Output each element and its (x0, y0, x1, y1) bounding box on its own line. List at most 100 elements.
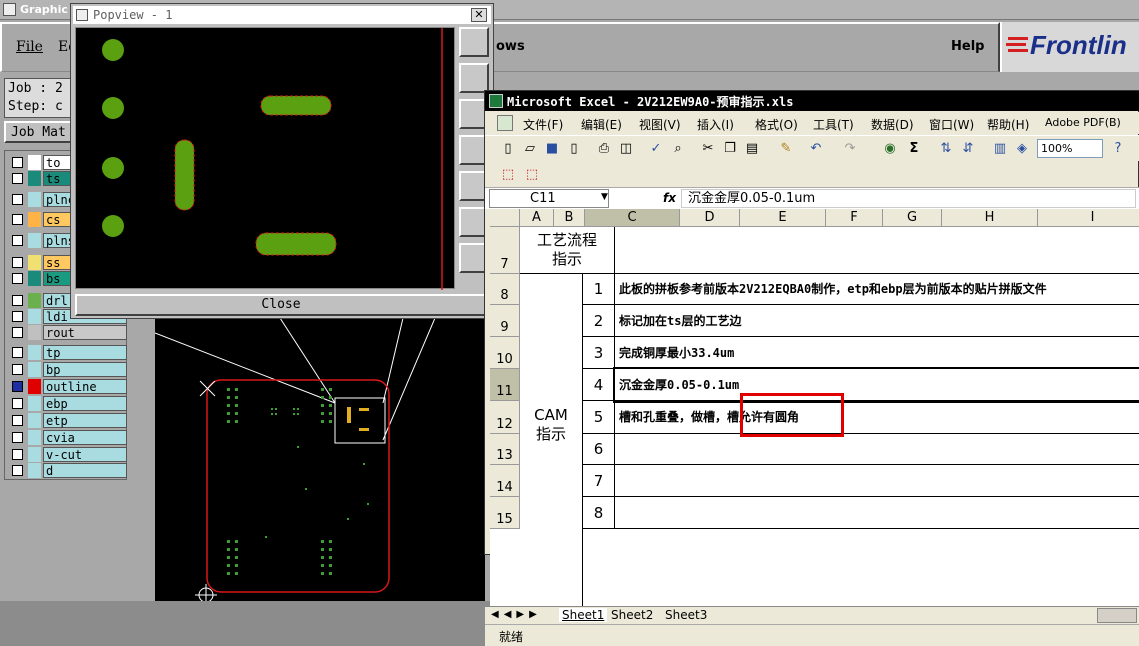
cut-icon[interactable]: ✂ (699, 140, 717, 158)
layer-checkbox[interactable] (12, 173, 23, 184)
cell-instruction[interactable]: 此板的拼板参考前版本2V212EQBA0制作，etp和ebp层为前版本的贴片拼版… (615, 274, 1139, 305)
layer-name[interactable]: v-cut (43, 447, 127, 462)
layer-row[interactable]: ebp (7, 396, 127, 411)
layer-color-swatch[interactable] (28, 233, 41, 248)
tab-sheet3[interactable]: Sheet3 (665, 608, 707, 622)
layer-row[interactable]: d (7, 463, 127, 478)
tab-sheet2[interactable]: Sheet2 (611, 608, 653, 622)
pdf-email-icon[interactable]: ⬚ (523, 166, 541, 184)
layer-checkbox[interactable] (12, 381, 23, 392)
cell-cam[interactable]: CAM 指示 (520, 274, 583, 606)
layer-checkbox[interactable] (12, 194, 23, 205)
menu-adobe-pdf[interactable]: Adobe PDF(B) (1045, 116, 1121, 129)
layer-checkbox[interactable] (12, 273, 23, 284)
row-header[interactable]: 14 (490, 465, 520, 497)
column-header[interactable]: C (585, 209, 680, 227)
layer-color-swatch[interactable] (28, 192, 41, 207)
layer-name[interactable]: rout (43, 325, 127, 340)
layer-checkbox[interactable] (12, 214, 23, 225)
cell-step-number[interactable]: 5 (583, 401, 615, 434)
layer-color-swatch[interactable] (28, 463, 41, 478)
cell-step-number[interactable]: 7 (583, 465, 615, 497)
drawing-icon[interactable]: ◈ (1013, 140, 1031, 158)
tab-sheet1[interactable]: Sheet1 (559, 608, 608, 622)
layer-row[interactable]: v-cut (7, 447, 127, 462)
layer-name[interactable]: tp (43, 345, 127, 360)
menu-help[interactable]: Help (951, 39, 984, 54)
popview-title-bar[interactable]: Popview - 1 ✕ (73, 6, 491, 24)
row-header[interactable]: 10 (490, 337, 520, 369)
help-icon[interactable]: ? (1109, 140, 1127, 158)
menu-view[interactable]: 视图(V) (639, 116, 681, 133)
permission-icon[interactable]: ▯ (565, 140, 583, 158)
copy-icon[interactable]: ❐ (721, 140, 739, 158)
sort-desc-icon[interactable]: ⇵ (959, 140, 977, 158)
cell-step-number[interactable]: 1 (583, 274, 615, 305)
cell-instruction[interactable]: 完成铜厚最小33.4um (615, 337, 1139, 369)
paste-icon[interactable]: ▤ (743, 140, 761, 158)
layer-color-swatch[interactable] (28, 345, 41, 360)
popview-close-button[interactable]: Close (75, 294, 487, 316)
column-header[interactable]: E (740, 209, 826, 227)
layer-row[interactable]: cvia (7, 430, 127, 445)
row-header[interactable]: 15 (490, 497, 520, 529)
layer-color-swatch[interactable] (28, 293, 41, 308)
menu-format[interactable]: 格式(O) (755, 116, 798, 133)
layer-row[interactable]: rout (7, 325, 127, 340)
layer-checkbox[interactable] (12, 347, 23, 358)
layer-name[interactable]: d (43, 463, 127, 478)
zoom-in-icon[interactable] (459, 27, 489, 57)
row-header[interactable]: 8 (490, 274, 520, 305)
menu-file[interactable]: File (16, 39, 43, 55)
menu-window[interactable]: 窗口(W) (929, 116, 974, 133)
excel-title-bar[interactable]: Microsoft Excel - 2V212EW9A0-预审指示.xls (485, 91, 1139, 111)
layer-row[interactable]: bp (7, 362, 127, 377)
layer-checkbox[interactable] (12, 311, 23, 322)
cell-c7[interactable] (615, 227, 1139, 274)
new-icon[interactable]: ▯ (499, 140, 517, 158)
row-header[interactable]: 7 (490, 227, 520, 274)
zoom-select[interactable]: 100% (1037, 139, 1103, 158)
save-icon[interactable]: ■ (543, 140, 561, 158)
cell-step-number[interactable]: 2 (583, 305, 615, 337)
layer-color-swatch[interactable] (28, 271, 41, 286)
row-header[interactable]: 12 (490, 401, 520, 434)
column-header[interactable]: D (680, 209, 740, 227)
cell-a7[interactable]: 工艺流程 指示 (520, 227, 615, 274)
menu-windows[interactable]: ows (496, 39, 525, 54)
column-header[interactable]: I (1038, 209, 1139, 227)
layer-name[interactable]: outline (43, 379, 127, 394)
layer-row[interactable]: etp (7, 413, 127, 428)
menu-tools[interactable]: 工具(T) (813, 116, 854, 133)
cell-instruction[interactable]: 标记加在ts层的工艺边 (615, 305, 1139, 337)
horizontal-scrollbar[interactable] (1097, 608, 1137, 623)
layer-checkbox[interactable] (12, 415, 23, 426)
layer-color-swatch[interactable] (28, 155, 41, 170)
layer-color-swatch[interactable] (28, 362, 41, 377)
layer-checkbox[interactable] (12, 364, 23, 375)
menu-data[interactable]: 数据(D) (871, 116, 914, 133)
cell-instruction[interactable] (615, 465, 1139, 497)
autosum-icon[interactable]: Σ (905, 140, 923, 158)
menu-edit[interactable]: 编辑(E) (581, 116, 622, 133)
print-preview-icon[interactable]: ◫ (617, 140, 635, 158)
open-icon[interactable]: ▱ (521, 140, 539, 158)
column-header[interactable]: G (883, 209, 942, 227)
layer-color-swatch[interactable] (28, 212, 41, 227)
column-header[interactable]: F (826, 209, 883, 227)
row-header[interactable]: 13 (490, 434, 520, 465)
chart-wizard-icon[interactable]: ▥ (991, 140, 1009, 158)
layer-color-swatch[interactable] (28, 309, 41, 324)
cell-step-number[interactable]: 4 (583, 369, 615, 401)
undo-icon[interactable]: ↶ (807, 140, 825, 158)
cell-step-number[interactable]: 6 (583, 434, 615, 465)
layer-color-swatch[interactable] (28, 430, 41, 445)
layer-color-swatch[interactable] (28, 379, 41, 394)
layer-color-swatch[interactable] (28, 325, 41, 340)
redo-icon[interactable]: ↷ (841, 140, 859, 158)
layer-checkbox[interactable] (12, 235, 23, 246)
layer-checkbox[interactable] (12, 257, 23, 268)
layer-checkbox[interactable] (12, 465, 23, 476)
column-header[interactable]: H (942, 209, 1038, 227)
name-box[interactable]: C11 (489, 189, 609, 208)
